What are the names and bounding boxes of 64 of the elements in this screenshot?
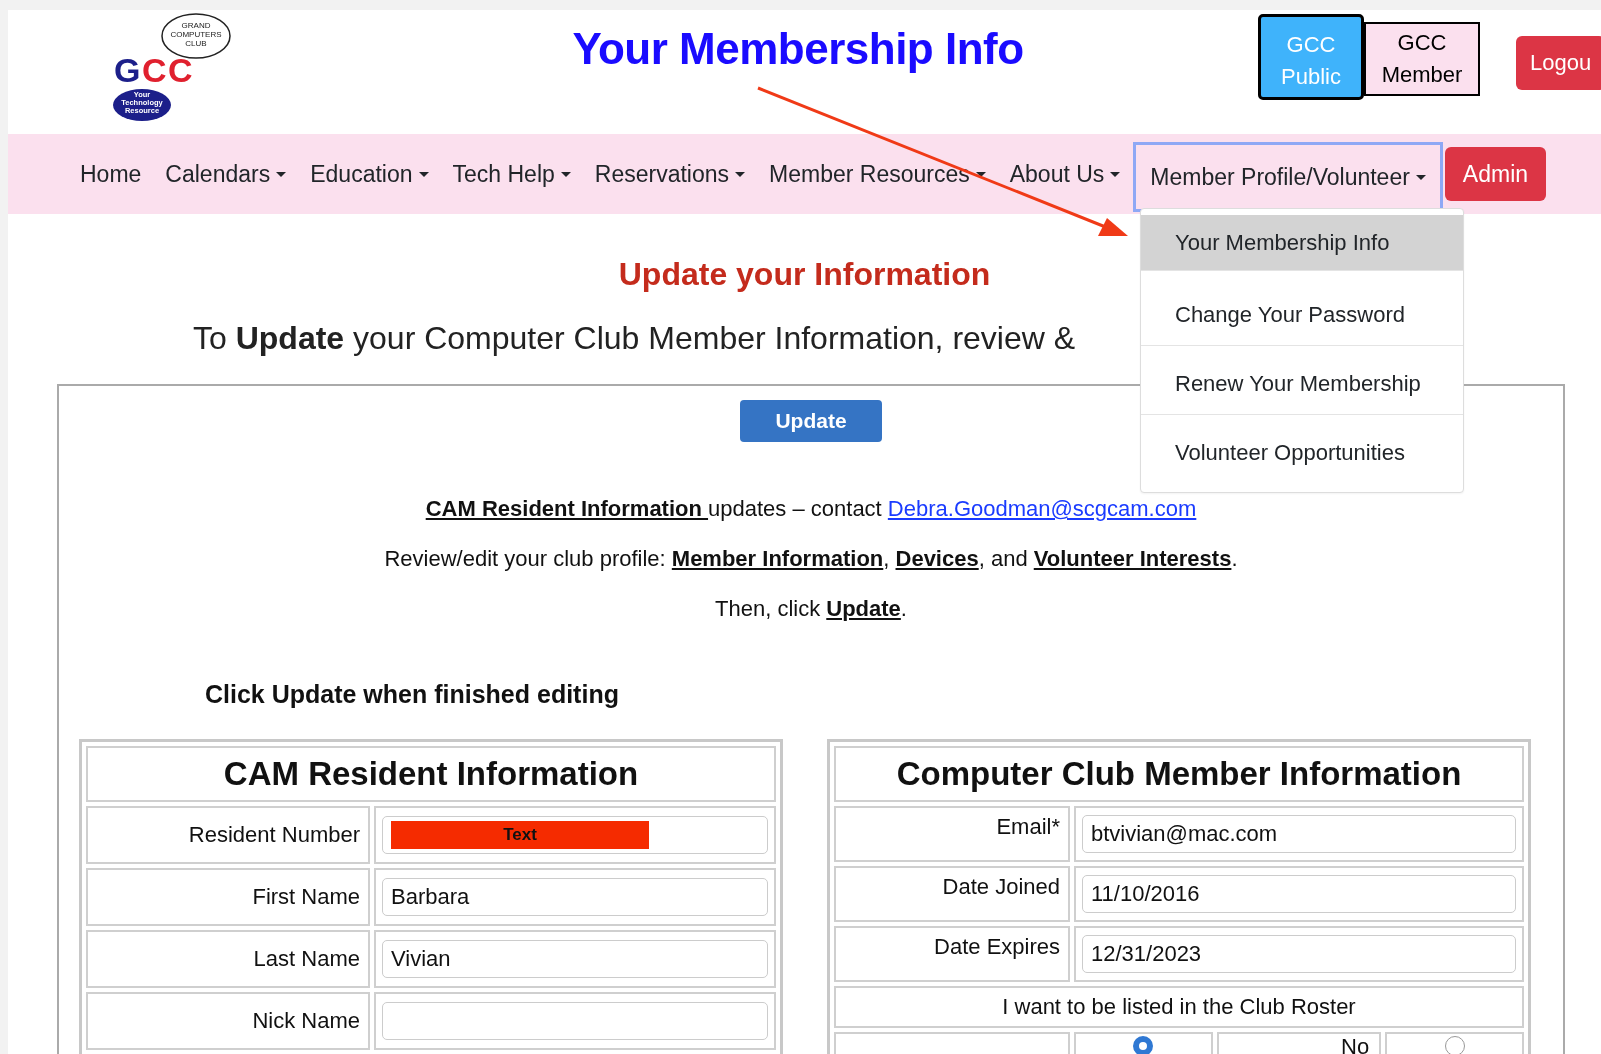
logout-button[interactable]: Logou: [1516, 36, 1601, 90]
logo-text: CLUB: [185, 39, 207, 48]
field-label: First Name: [86, 868, 370, 926]
logo-ring: [161, 13, 231, 59]
caret-icon: [975, 171, 986, 177]
redaction-label: Text: [391, 821, 649, 849]
nav-menu-item[interactable]: About Us: [998, 140, 1132, 208]
field-label: Last Name: [86, 930, 370, 988]
logo-text: COMPUTERS: [170, 30, 222, 39]
section-link[interactable]: Member Information: [671, 546, 884, 571]
section-link[interactable]: Volunteer Interests: [1033, 546, 1232, 571]
dropdown-menu-item[interactable]: Renew Your Membership: [1141, 353, 1463, 415]
logo-badge: [113, 89, 171, 121]
table-title: CAM Resident Information: [86, 746, 776, 802]
radio-button[interactable]: [1133, 1036, 1154, 1054]
caret-icon: [560, 171, 571, 177]
section-link[interactable]: Update: [826, 596, 901, 621]
roster-question: I want to be listed in the Club Roster: [834, 986, 1524, 1028]
email-link[interactable]: Debra.Goodman@scgcam.com: [887, 496, 1197, 521]
dropdown-menu-item[interactable]: Volunteer Opportunities: [1141, 422, 1463, 484]
site-switch-button[interactable]: GCC Member: [1364, 22, 1480, 96]
logo-text: GRAND: [181, 21, 211, 30]
logo-letter: C: [142, 51, 167, 89]
logo-letter: G: [114, 51, 141, 89]
caret-icon: [1110, 171, 1121, 177]
input-field[interactable]: [382, 1002, 768, 1040]
field-label: Date Expires: [834, 926, 1070, 982]
input-field[interactable]: 11/10/2016: [1082, 875, 1516, 913]
update-button[interactable]: Update: [740, 400, 882, 442]
instruction-text: Review/edit your club profile: Member Information, Devices, and Volunteer Interests.: [383, 545, 1239, 573]
caret-icon: [735, 171, 746, 177]
logo-letter: C: [168, 51, 193, 89]
field-label: Email*: [834, 806, 1070, 862]
finish-note: Click Update when finished editing: [205, 680, 619, 709]
nav-menu-item[interactable]: Reservations: [583, 140, 757, 208]
section-heading: Update your Information: [617, 256, 992, 294]
caret-icon: [276, 171, 287, 177]
nav-menu-item[interactable]: Tech Help: [441, 140, 582, 208]
input-field[interactable]: Barbara: [382, 878, 768, 916]
radio-label: No: [1341, 1034, 1370, 1054]
field-label: Nick Name: [86, 992, 370, 1050]
page-title: Your Membership Info: [571, 24, 1025, 74]
caret-icon: [418, 171, 429, 177]
nav-menu-item[interactable]: Calendars: [154, 140, 298, 208]
input-field[interactable]: Text: [382, 816, 768, 854]
section-link[interactable]: CAM Resident Information: [425, 496, 709, 521]
instruction-text: Then, click Update.: [714, 595, 908, 623]
radio-button[interactable]: [1444, 1036, 1465, 1054]
nav-menu-item[interactable]: Member Resources: [758, 140, 997, 208]
admin-button[interactable]: Admin: [1444, 147, 1547, 201]
intro-text: To Update your Computer Club Member Information, review &: [193, 320, 1076, 358]
input-field[interactable]: btvivian@mac.com: [1082, 815, 1516, 853]
nav-menu-item[interactable]: Education: [299, 140, 440, 208]
nav-link[interactable]: Home: [69, 140, 153, 208]
field-label: Resident Number: [86, 806, 370, 864]
dropdown-menu-item[interactable]: Change Your Password: [1141, 284, 1463, 346]
table-title: Computer Club Member Information: [834, 746, 1524, 802]
instruction-text: CAM Resident Information updates – contact Debra.Goodman@scgcam.com: [424, 495, 1198, 523]
dropdown-menu-item[interactable]: Your Membership Info: [1141, 215, 1463, 271]
input-field[interactable]: 12/31/2023: [1082, 935, 1516, 973]
caret-icon: [1415, 174, 1426, 180]
section-link[interactable]: Devices: [895, 546, 979, 571]
field-label: Date Joined: [834, 866, 1070, 922]
input-field[interactable]: Vivian: [382, 940, 768, 978]
